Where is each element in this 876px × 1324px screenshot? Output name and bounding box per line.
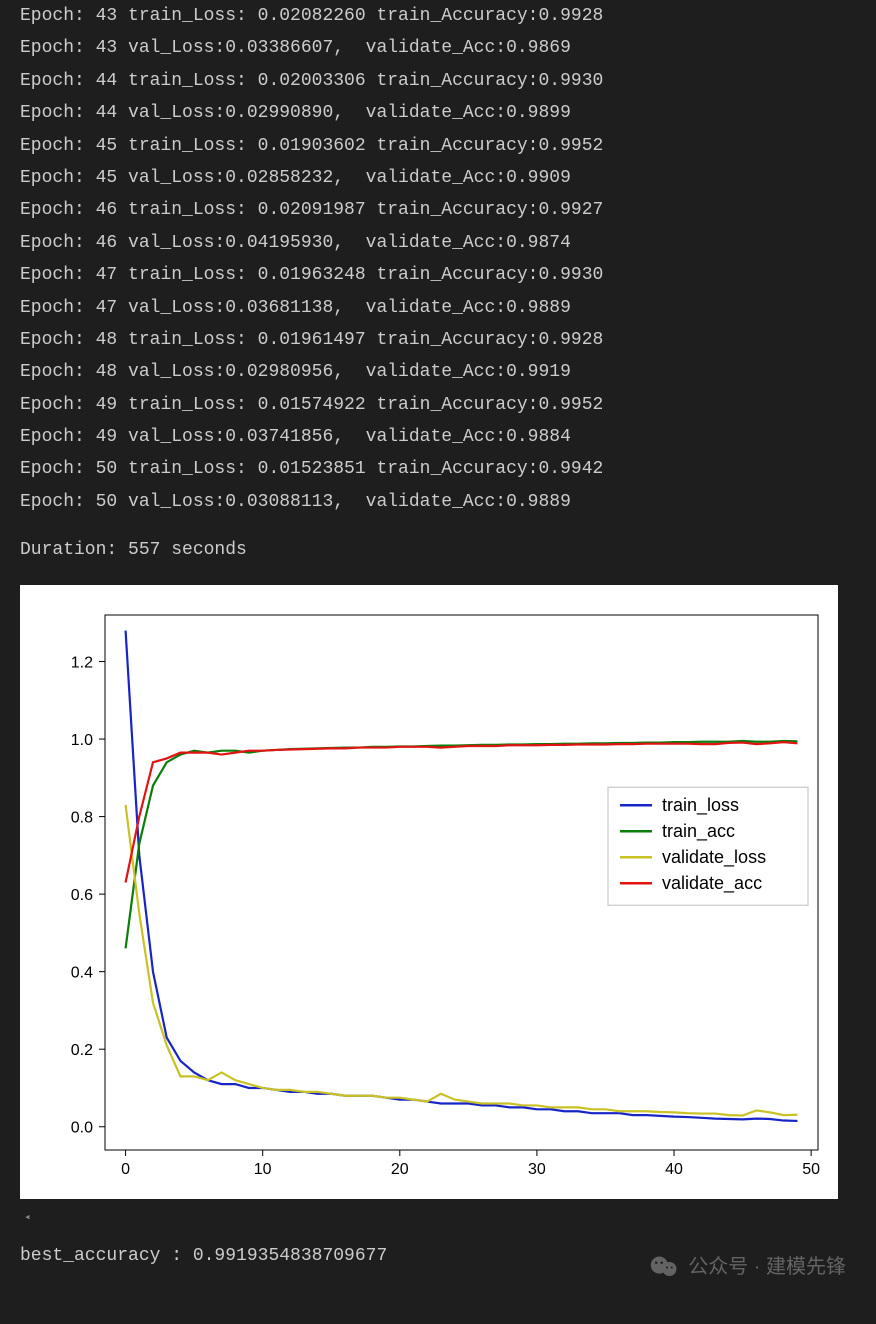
svg-text:0.8: 0.8 <box>71 809 93 826</box>
svg-text:0.4: 0.4 <box>71 964 93 981</box>
legend-label: validate_acc <box>662 873 762 894</box>
svg-text:50: 50 <box>802 1161 820 1178</box>
duration-line: Duration: 557 seconds <box>0 534 876 566</box>
svg-text:0.0: 0.0 <box>71 1119 93 1136</box>
wechat-icon <box>650 1255 678 1279</box>
svg-text:0.2: 0.2 <box>71 1042 93 1059</box>
svg-text:40: 40 <box>665 1161 683 1178</box>
svg-text:10: 10 <box>254 1161 272 1178</box>
svg-text:0: 0 <box>121 1161 130 1178</box>
svg-text:1.0: 1.0 <box>71 732 93 749</box>
svg-text:1.2: 1.2 <box>71 654 93 671</box>
svg-text:30: 30 <box>528 1161 546 1178</box>
watermark-text: 公众号 · 建模先锋 <box>688 1249 846 1285</box>
legend-label: train_acc <box>662 821 735 842</box>
training-chart: 0 10 20 30 40 50 0.0 0.2 0.4 0.6 0.8 1.0 1.2 train_lo… <box>20 585 838 1199</box>
watermark: 公众号 · 建模先锋 <box>650 1249 846 1285</box>
svg-text:20: 20 <box>391 1161 409 1178</box>
svg-text:0.6: 0.6 <box>71 887 93 904</box>
training-log: Epoch: 43 train_Loss: 0.02082260 train_A… <box>0 0 876 518</box>
legend-label: validate_loss <box>662 847 766 868</box>
legend-label: train_loss <box>662 795 739 816</box>
scroll-indicator-icon: ◂ <box>0 1209 876 1229</box>
